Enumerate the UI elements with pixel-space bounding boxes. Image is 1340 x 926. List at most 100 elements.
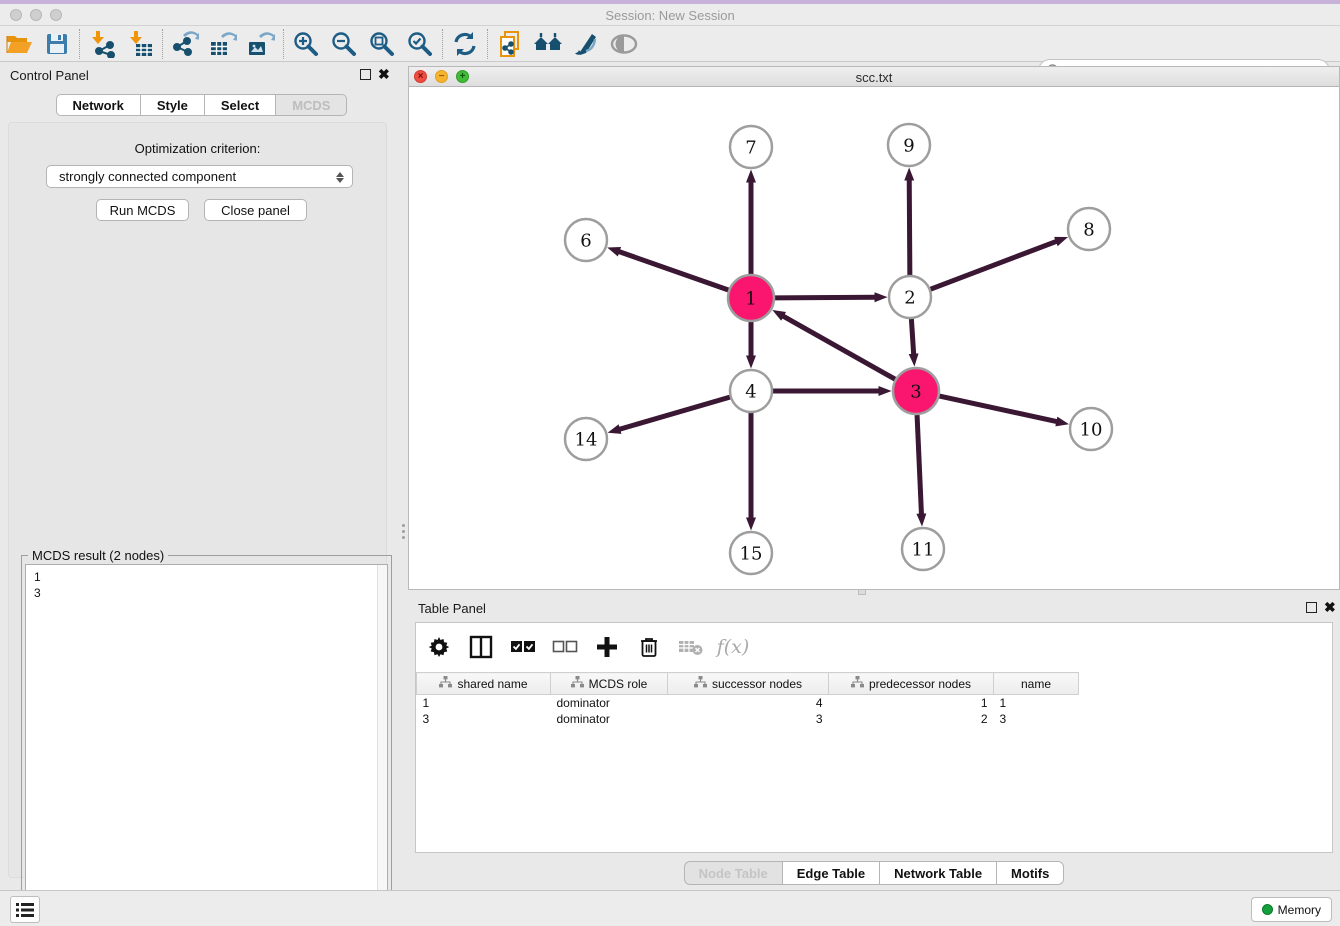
zoom-fit-icon[interactable] [363,28,401,60]
graph-node-label: 1 [745,288,756,309]
cell-mcds_role[interactable]: dominator [551,711,668,727]
graph-node-label: 7 [745,137,756,158]
float-table-panel-icon[interactable] [1306,602,1317,613]
cell-predecessor_nodes[interactable]: 1 [829,695,994,711]
table-panel-title: Table Panel [418,601,486,616]
add-row-icon[interactable] [594,634,620,660]
column-header-successor_nodes[interactable]: successor nodes [668,673,829,695]
graph-edge-3-10[interactable] [939,396,1056,421]
graph-node-11[interactable]: 11 [902,528,944,570]
save-session-icon[interactable] [38,28,76,60]
zoom-selected-icon[interactable] [401,28,439,60]
task-history-button[interactable] [10,896,40,923]
graph-node-3[interactable]: 3 [893,368,939,414]
cell-name[interactable]: 3 [994,711,1079,727]
tab-motifs[interactable]: Motifs [997,861,1064,885]
graph-edge-4-14[interactable] [620,397,730,429]
home-view-icon[interactable] [529,28,567,60]
close-panel-icon[interactable]: ✖ [378,66,390,82]
network-canvas[interactable]: 7 9 6 8 1 2 4 3 14 10 15 11 [409,87,1339,589]
show-columns-icon[interactable] [468,634,494,660]
show-hide-eye-icon[interactable] [605,28,643,60]
column-header-shared_name[interactable]: shared name [417,673,551,695]
main-toolbar [0,26,1340,62]
graph-node-2[interactable]: 2 [889,276,931,318]
graph-node-8[interactable]: 8 [1068,208,1110,250]
zoom-out-icon[interactable] [325,28,363,60]
graph-node-15[interactable]: 15 [730,532,772,574]
table-settings-gear-icon[interactable] [426,634,452,660]
cell-predecessor_nodes[interactable]: 2 [829,711,994,727]
table-row[interactable]: 1dominator411 [417,695,1079,711]
tab-network-table[interactable]: Network Table [880,861,997,885]
mcds-result-textarea[interactable]: 1 3 [25,564,388,926]
float-panel-icon[interactable] [360,69,371,80]
export-network-icon[interactable] [166,28,204,60]
cell-successor_nodes[interactable]: 3 [668,711,829,727]
graph-node-label: 2 [904,287,915,308]
tab-mcds[interactable]: MCDS [276,94,347,116]
import-network-icon[interactable] [83,28,121,60]
control-panel-tabs: NetworkStyleSelectMCDS [0,94,403,116]
network-window-titlebar[interactable]: × − + scc.txt [409,67,1339,87]
tab-node-table[interactable]: Node Table [684,861,783,885]
column-header-mcds_role[interactable]: MCDS role [551,673,668,695]
cell-shared_name[interactable]: 3 [417,711,551,727]
apply-function-icon[interactable]: f(x) [720,634,746,660]
optimization-criterion-select[interactable]: strongly connected component [46,165,353,188]
tab-edge-table[interactable]: Edge Table [783,861,880,885]
tree-icon [851,676,864,691]
graph-node-1[interactable]: 1 [728,275,774,321]
deselect-all-columns-icon[interactable] [552,634,578,660]
graph-edge-2-3[interactable] [911,319,913,354]
graph-edge-2-9[interactable] [909,180,910,275]
tree-icon [694,676,707,691]
graph-node-7[interactable]: 7 [730,126,772,168]
network-window-title: scc.txt [409,70,1339,85]
control-panel-header: Control Panel ✖ [0,62,403,88]
graph-edge-1-2[interactable] [775,297,875,298]
graph-node-4[interactable]: 4 [730,370,772,412]
graph-node-label: 8 [1083,219,1094,240]
close-table-panel-icon[interactable]: ✖ [1324,599,1336,615]
table-row[interactable]: 3dominator323 [417,711,1079,727]
vertical-splitter[interactable] [399,62,408,890]
run-mcds-button[interactable]: Run MCDS [96,199,189,221]
column-header-name[interactable]: name [994,673,1079,695]
graph-edge-3-1[interactable] [783,316,895,379]
toolbar-separator [162,29,163,59]
refresh-icon[interactable] [446,28,484,60]
tab-select[interactable]: Select [205,94,276,116]
export-image-icon[interactable] [242,28,280,60]
graph-node-10[interactable]: 10 [1070,408,1112,450]
memory-button[interactable]: Memory [1251,897,1332,922]
style-visuals-icon[interactable] [567,28,605,60]
cell-mcds_role[interactable]: dominator [551,695,668,711]
column-header-predecessor_nodes[interactable]: predecessor nodes [829,673,994,695]
graph-node-6[interactable]: 6 [565,219,607,261]
tab-network[interactable]: Network [56,94,141,116]
cell-name[interactable]: 1 [994,695,1079,711]
cell-successor_nodes[interactable]: 4 [668,695,829,711]
delete-table-icon[interactable] [678,634,704,660]
open-session-icon[interactable] [0,28,38,60]
delete-row-icon[interactable] [636,634,662,660]
optimization-criterion-label: Optimization criterion: [9,141,386,156]
mcds-result-scrollbar[interactable] [377,565,387,926]
graph-node-14[interactable]: 14 [565,418,607,460]
zoom-in-icon[interactable] [287,28,325,60]
select-stepper-icon [334,169,346,185]
duplicate-network-icon[interactable] [491,28,529,60]
graph-edge-2-8[interactable] [931,241,1057,289]
select-all-columns-icon[interactable] [510,634,536,660]
tab-style[interactable]: Style [141,94,205,116]
graph-edge-1-6[interactable] [619,252,728,290]
toolbar-separator [283,29,284,59]
import-table-icon[interactable] [121,28,159,60]
graph-node-9[interactable]: 9 [888,124,930,166]
close-panel-button[interactable]: Close panel [204,199,307,221]
mcds-result-title: MCDS result (2 nodes) [28,548,168,563]
cell-shared_name[interactable]: 1 [417,695,551,711]
graph-edge-3-11[interactable] [917,415,921,514]
export-table-icon[interactable] [204,28,242,60]
